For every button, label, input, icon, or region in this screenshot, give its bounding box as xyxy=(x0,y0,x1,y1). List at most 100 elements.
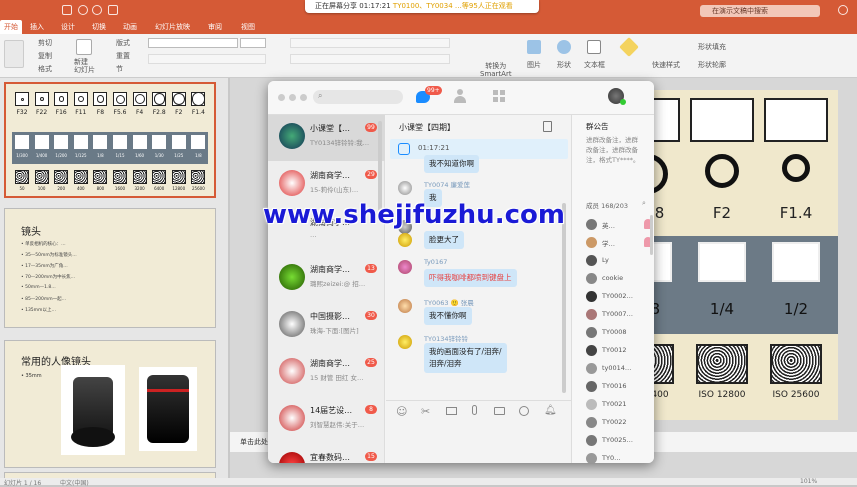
contacts-icon[interactable] xyxy=(454,89,466,103)
tab-home[interactable]: 开始 xyxy=(0,20,22,34)
history-icon[interactable] xyxy=(519,406,529,416)
section-button[interactable]: 节 xyxy=(116,64,123,74)
slide-iso-label: ISO 12800 xyxy=(698,390,746,400)
close-dot[interactable] xyxy=(278,94,285,101)
print-icon[interactable] xyxy=(108,5,118,15)
member-search-icon[interactable]: ⌕ xyxy=(642,199,646,208)
font-size-select[interactable] xyxy=(240,38,266,48)
tab-animations[interactable]: 动画 xyxy=(123,22,137,32)
paste-icon[interactable] xyxy=(4,40,24,68)
cut-button[interactable]: 剪切 xyxy=(38,38,52,48)
member-item[interactable]: TY0012 xyxy=(586,344,652,358)
slide2-line: • 单反相机的核心：… xyxy=(21,242,66,247)
zoom-level[interactable]: 101% xyxy=(800,478,817,485)
font-format-buttons[interactable] xyxy=(148,54,266,64)
slide3-bullet: • 35mm xyxy=(21,373,42,379)
slide-thumbnail-2[interactable]: 镜头 • 单反相机的核心：… • 35—50mm为标准镜头… • 17—35mm为广… xyxy=(4,208,216,328)
qq-search-input[interactable]: ⌕ xyxy=(313,90,403,104)
picture-icon[interactable] xyxy=(527,40,541,54)
member-item[interactable]: TY0007… xyxy=(586,308,652,322)
slide-shutter-label: 1/2 xyxy=(783,300,809,318)
account-icon[interactable] xyxy=(838,5,848,15)
member-item[interactable]: ty0014… xyxy=(586,362,652,376)
new-slide-button[interactable]: 新建 幻灯片 xyxy=(74,58,95,74)
redo-icon[interactable] xyxy=(92,5,102,15)
conversation-item[interactable]: 宜春数码…泰国旅行king:😄😄15 xyxy=(268,444,385,463)
picture-button[interactable]: 图片 xyxy=(527,60,541,70)
apps-grid-icon[interactable] xyxy=(493,90,505,102)
qq-chat-window[interactable]: ⌕ 99+ × 小课堂【…TY0134锌铃铃:我…99湖南商学…15-莉伶(山东… xyxy=(268,81,654,463)
chat-info-icon[interactable] xyxy=(543,121,552,132)
tab-insert[interactable]: 插入 xyxy=(30,22,44,32)
member-item[interactable]: TY0002… xyxy=(586,290,652,304)
member-item[interactable]: TY0025… xyxy=(586,434,652,448)
folder-icon[interactable] xyxy=(446,407,457,415)
iso-label: 1600 xyxy=(114,186,126,191)
iso-label: 6400 xyxy=(154,186,165,191)
member-item[interactable]: 学… xyxy=(586,236,652,250)
layout-button[interactable]: 版式 xyxy=(116,38,130,48)
conversation-item[interactable]: 湖南商学… 15 财管 田红 女… 25 xyxy=(268,350,385,396)
search-document-input[interactable]: 在演示文稿中搜索 xyxy=(700,5,820,17)
pinned-share-bar[interactable]: 01:17:21 xyxy=(390,139,568,159)
slide-thumbnail-1[interactable]: F32 F22 F16 F11 F8 F5.6 F4 F2.8 F2 F1.4 1/300 1/40… xyxy=(4,82,216,198)
member-item[interactable]: cookie xyxy=(586,272,652,286)
shape-fill-button[interactable]: 形状填充 xyxy=(698,42,726,52)
minimize-dot[interactable] xyxy=(289,94,296,101)
bell-icon[interactable]: 🔔︎ xyxy=(544,405,557,416)
member-scrollbar[interactable] xyxy=(650,215,653,255)
chat-scrollbar[interactable] xyxy=(562,203,566,393)
member-item[interactable]: TY0021 xyxy=(586,398,652,412)
reset-button[interactable]: 重置 xyxy=(116,51,130,61)
runner-icon xyxy=(152,135,167,149)
quick-style-icon[interactable] xyxy=(619,37,639,57)
chat-input-toolbar: ☺ ✂ 🔔︎ xyxy=(386,400,571,422)
font-name-select[interactable] xyxy=(148,38,238,48)
slide-thumbnails[interactable]: F32 F22 F16 F11 F8 F5.6 F4 F2.8 F2 F1.4 1/300 1/40… xyxy=(0,78,228,482)
new-slide-icon[interactable] xyxy=(76,39,92,55)
emoji-icon[interactable]: ☺ xyxy=(396,405,407,418)
microphone-icon[interactable] xyxy=(472,405,477,415)
alignment-buttons[interactable] xyxy=(290,54,450,64)
conversation-list[interactable]: × 小课堂【…TY0134锌铃铃:我…99湖南商学…15-莉伶(山东)…29湖南… xyxy=(268,115,385,463)
shape-icon[interactable] xyxy=(557,40,571,54)
member-avatar xyxy=(586,327,597,338)
textbox-button[interactable]: 文本框 xyxy=(584,60,605,70)
format-painter-button[interactable]: 格式 xyxy=(38,64,52,74)
conversation-item[interactable]: 中国摄影… 珠海-下面:[图片] 30 xyxy=(268,303,385,349)
shape-button[interactable]: 形状 xyxy=(557,60,571,70)
video-icon[interactable] xyxy=(494,407,505,415)
member-item[interactable]: TY0016 xyxy=(586,380,652,394)
zoom-dot[interactable] xyxy=(300,94,307,101)
scissors-icon[interactable]: ✂ xyxy=(421,405,430,418)
member-item[interactable]: TY0022 xyxy=(586,416,652,430)
quick-style-button[interactable]: 快速样式 xyxy=(652,60,680,70)
shape-outline-button[interactable]: 形状轮廓 xyxy=(698,60,726,70)
save-icon[interactable] xyxy=(62,5,72,15)
tab-review[interactable]: 审阅 xyxy=(208,22,222,32)
conversation-item[interactable]: 14届艺设… 刘智慧赵伟:关于… 8 xyxy=(268,397,385,443)
tab-design[interactable]: 设计 xyxy=(61,22,75,32)
slide-thumbnail-3[interactable]: 常用的人像镜头 • 35mm xyxy=(4,340,216,468)
shutter-label: 1/200 xyxy=(55,153,67,158)
member-item[interactable]: Ly xyxy=(586,254,652,268)
aperture-circle-icon xyxy=(39,96,44,102)
member-name: TY0025… xyxy=(602,436,633,444)
conversation-item[interactable]: 湖南商学… 璐熙zeizei:@ 招… 13 xyxy=(268,256,385,302)
tab-view[interactable]: 视图 xyxy=(241,22,255,32)
paragraph-buttons[interactable] xyxy=(290,38,450,48)
member-item[interactable]: TY0… xyxy=(586,452,652,463)
aperture-circle-icon xyxy=(782,154,810,182)
textbox-icon[interactable] xyxy=(587,40,601,54)
shutter-row: 1/300 1/400 1/200 1/125 1/8 1/15 1/60 1/30 1/25 1… xyxy=(12,132,208,164)
tab-transitions[interactable]: 切换 xyxy=(92,22,106,32)
tab-slideshow[interactable]: 幻灯片放映 xyxy=(155,22,190,32)
shutter-label: 1/125 xyxy=(75,153,87,158)
member-item[interactable]: 英… xyxy=(586,218,652,232)
undo-icon[interactable] xyxy=(78,5,88,15)
conversation-scrollbar[interactable] xyxy=(378,121,382,211)
copy-button[interactable]: 复制 xyxy=(38,51,52,61)
member-item[interactable]: TY0008 xyxy=(586,326,652,340)
convert-smartart-button[interactable]: 转换为 SmartArt xyxy=(480,62,512,78)
conversation-item[interactable]: 小课堂【… TY0134锌铃铃:我… 99 xyxy=(268,115,385,161)
